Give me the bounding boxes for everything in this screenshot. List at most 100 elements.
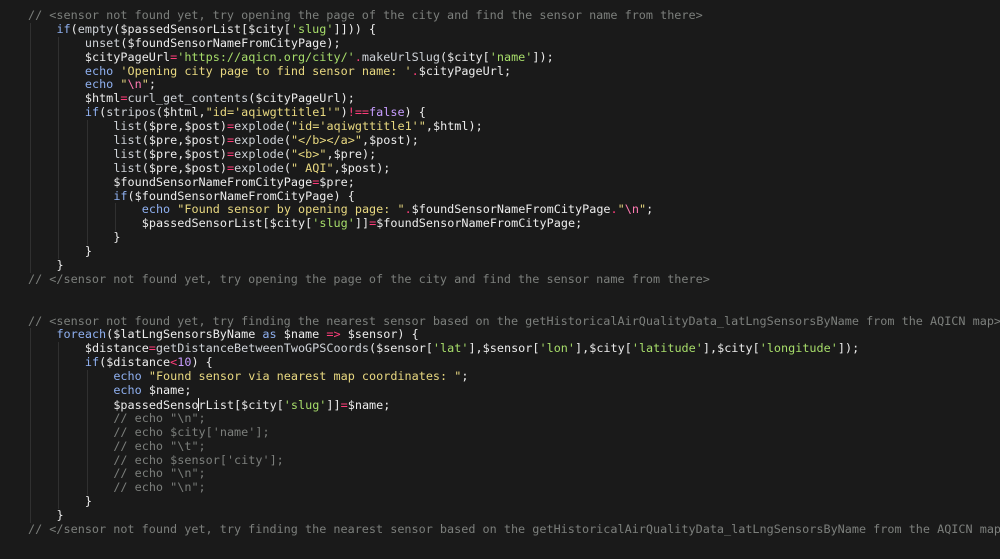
indent-guide — [86, 370, 88, 385]
code-token-op: . — [610, 202, 618, 217]
code-token-func: list — [113, 119, 142, 134]
code-line[interactable]: } — [0, 494, 1000, 510]
code-token-keyword: if — [56, 21, 71, 36]
code-line[interactable]: if(empty($passedSensorList[$city['slug']… — [0, 21, 1000, 37]
code-line[interactable]: } — [0, 508, 1000, 523]
code-line[interactable]: list($pre,$post)=explode("id='aqiwgttitl… — [0, 119, 1000, 135]
code-line[interactable] — [0, 287, 1000, 301]
code-lines: // <sensor not found yet, try opening th… — [0, 8, 1000, 537]
code-line[interactable]: // echo "\t"; — [0, 439, 1000, 454]
indent-guide — [86, 147, 88, 162]
indent-guide — [30, 370, 31, 385]
code-token-punct: ], — [468, 341, 483, 356]
indent-guide — [58, 64, 60, 79]
code-token-strkey: 'slug' — [312, 216, 355, 231]
code-line[interactable]: // echo "\n"; — [0, 480, 1000, 496]
indent-guide — [30, 78, 31, 93]
code-line[interactable]: echo "\n"; — [0, 78, 1000, 93]
code-line[interactable]: list($pre,$post)=explode("<b>",$pre); — [0, 146, 1000, 162]
code-line[interactable] — [0, 301, 1000, 315]
code-line[interactable]: if($distance<10) { — [0, 355, 1000, 371]
code-line[interactable]: echo "Found sensor by opening page: ".$f… — [0, 202, 1000, 218]
code-line[interactable]: } — [0, 258, 1000, 273]
code-line[interactable]: echo 'Opening city page to find sensor n… — [0, 63, 1000, 79]
code-line[interactable]: // echo $sensor['city']; — [0, 452, 1000, 468]
code-token-punct: ], — [702, 341, 718, 356]
indent-guide — [58, 120, 60, 135]
code-token-var: $html — [84, 91, 121, 106]
code-token-func: unset — [84, 35, 121, 50]
code-token-punct: [ — [624, 341, 632, 356]
code-line[interactable]: // <sensor not found yet, try finding th… — [0, 314, 1000, 329]
code-token-keyword: echo — [113, 383, 142, 398]
indent-guide — [86, 120, 88, 135]
code-line[interactable]: unset($foundSensorNameFromCityPage); — [0, 35, 1000, 51]
indent-guide — [86, 439, 88, 454]
code-line[interactable]: if($foundSensorNameFromCityPage) { — [0, 189, 1000, 204]
code-token-comment: // echo $sensor['city']; — [113, 452, 284, 467]
code-token-var: $cityPageUrl — [84, 49, 171, 64]
indent-guide — [58, 92, 60, 107]
code-token-var: $foundSensorNameFromCityPage — [127, 35, 327, 50]
code-token-func: list — [113, 160, 142, 175]
code-token-keyword: echo — [84, 63, 114, 78]
indent-guide — [30, 134, 31, 148]
code-line[interactable]: $passedSensorList[$city['slug']]=$foundS… — [0, 216, 1000, 232]
code-token-func: getDistanceBetweenTwoGPSCoords — [155, 341, 369, 356]
code-token-string: "id='aqiwgttitle1'" — [205, 105, 341, 120]
code-token-punct: ]); — [837, 341, 860, 356]
code-line[interactable]: // </sensor not found yet, try finding t… — [0, 522, 1000, 537]
code-token-punct: [ — [283, 21, 291, 36]
indent-guide — [86, 161, 88, 176]
code-line[interactable]: $foundSensorNameFromCityPage=$pre; — [0, 175, 1000, 190]
indent-guide — [58, 439, 60, 454]
code-token-var: $city — [248, 21, 284, 36]
indent-guide — [30, 36, 31, 51]
code-line[interactable]: foreach($latLngSensorsByName as $name =>… — [0, 327, 1000, 343]
code-token-var: $foundSensorNameFromCityPage — [376, 216, 576, 231]
code-token-var: $city — [589, 341, 625, 356]
code-line[interactable]: } — [0, 244, 1000, 260]
indent-guide — [30, 397, 31, 412]
code-line[interactable]: // </sensor not found yet, try opening t… — [0, 272, 1000, 287]
indent-guide — [30, 231, 31, 246]
indent-guide — [58, 453, 60, 468]
indent-guide — [58, 481, 60, 496]
code-line[interactable]: echo $name; — [0, 383, 1000, 398]
indent-guide — [86, 134, 88, 148]
code-line[interactable]: $distance=getDistanceBetweenTwoGPSCoords… — [0, 341, 1000, 357]
code-token-punct: ) — [219, 146, 227, 161]
code-token-punct: } — [56, 508, 64, 523]
code-line[interactable]: $cityPageUrl='https://aqicn.org/city/'.m… — [0, 49, 1000, 65]
code-line[interactable]: list($pre,$post)=explode(" AQI",$post); — [0, 160, 1000, 176]
code-line[interactable]: echo "Found sensor via nearest map coord… — [0, 369, 1000, 385]
code-token-punct: } — [56, 258, 64, 273]
code-line[interactable]: // echo "\n"; — [0, 411, 1000, 426]
code-token-bool: false — [369, 105, 405, 120]
code-token-var: $passedSenso — [113, 397, 199, 412]
code-editor[interactable]: // <sensor not found yet, try opening th… — [0, 0, 1000, 559]
code-token-punct: ) { — [397, 327, 419, 342]
code-token-punct: [ — [482, 49, 490, 64]
code-token-punct: ); — [376, 160, 391, 175]
code-line[interactable]: // echo $city['name']; — [0, 425, 1000, 440]
code-line[interactable]: $passedSensorList[$city['slug']]=$name; — [0, 397, 1000, 412]
code-token-func: explode — [234, 133, 284, 148]
code-line[interactable]: } — [0, 230, 1000, 246]
code-line[interactable]: // <sensor not found yet, try opening th… — [0, 8, 1000, 23]
indent-guide — [30, 175, 31, 190]
code-token-punct: ) { — [191, 355, 213, 370]
code-token-punct: , — [361, 133, 370, 148]
code-line[interactable]: list($pre,$post)=explode("</b></a>",$pos… — [0, 133, 1000, 148]
code-token-var: $pre — [148, 119, 178, 134]
code-token-keyword: as — [262, 327, 277, 342]
code-token-comment: // echo "\n"; — [113, 480, 206, 495]
code-line[interactable]: $html=curl_get_contents($cityPageUrl); — [0, 91, 1000, 107]
code-line[interactable]: if(stripos($html,"id='aqiwgttitle1'")!==… — [0, 105, 1000, 121]
code-line[interactable]: // echo "\n"; — [0, 466, 1000, 482]
code-token-var: $passedSensorList — [141, 216, 263, 231]
indent-guide — [58, 78, 60, 93]
code-token-var: $name — [347, 397, 384, 412]
code-token-var: $html — [163, 105, 199, 120]
